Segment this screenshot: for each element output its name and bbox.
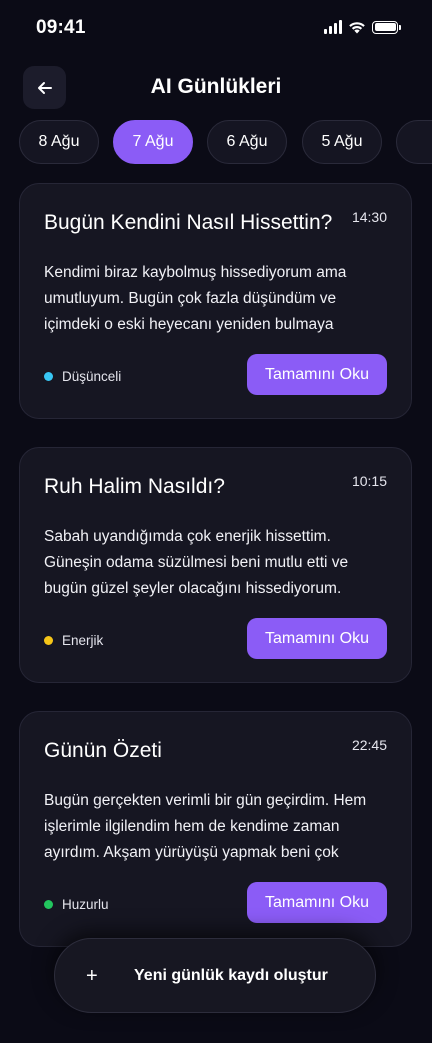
mood-label: Huzurlu	[62, 897, 109, 912]
journal-card: Günün Özeti 22:45 Bugün gerçekten veriml…	[19, 711, 412, 947]
mood-tag: Huzurlu	[44, 897, 109, 912]
date-tab[interactable]	[396, 120, 432, 164]
header: AI Günlükleri	[0, 66, 432, 110]
card-time: 10:15	[351, 473, 387, 489]
date-tab[interactable]: 6 Ağu	[207, 120, 287, 164]
card-time: 14:30	[351, 209, 387, 225]
mood-tag: Düşünceli	[44, 369, 121, 384]
plus-icon: +	[86, 965, 98, 987]
mood-dot-icon	[44, 372, 53, 381]
status-icons	[324, 19, 401, 35]
wifi-icon	[349, 22, 365, 34]
card-text: Sabah uyandığımda çok enerjik hissettim.…	[44, 528, 349, 597]
card-title: Ruh Halim Nasıldı?	[44, 475, 225, 498]
read-more-button[interactable]: Tamamını Oku	[247, 618, 387, 659]
battery-icon	[372, 20, 401, 34]
date-tab[interactable]: 5 Ağu	[302, 120, 382, 164]
status-bar: 09:41	[0, 0, 432, 56]
mood-label: Düşünceli	[62, 369, 122, 384]
page-title: AI Günlükleri	[150, 75, 282, 98]
card-time: 22:45	[351, 737, 387, 753]
card-title: Bugün Kendini Nasıl Hissettin?	[44, 211, 333, 234]
card-title: Günün Özeti	[44, 739, 162, 762]
status-time: 09:41	[36, 17, 86, 38]
mood-dot-icon	[44, 900, 53, 909]
mood-dot-icon	[44, 636, 53, 645]
mood-label: Enerjik	[62, 633, 104, 648]
cellular-signal-icon	[324, 20, 342, 34]
journal-card: Ruh Halim Nasıldı? 10:15 Sabah uyandığım…	[19, 447, 412, 683]
date-tabs: 8 Ağu 7 Ağu 6 Ağu 5 Ağu	[19, 120, 432, 164]
card-text: Bugün gerçekten verimli bir gün geçirdim…	[44, 792, 367, 861]
journal-card: Bugün Kendini Nasıl Hissettin? 14:30 Ken…	[19, 183, 412, 419]
mood-tag: Enerjik	[44, 633, 103, 648]
new-entry-label: Yeni günlük kaydı oluştur	[134, 967, 328, 984]
read-more-button[interactable]: Tamamını Oku	[247, 354, 387, 395]
date-tab-active[interactable]: 7 Ağu	[113, 120, 193, 164]
read-more-button[interactable]: Tamamını Oku	[247, 882, 387, 923]
new-entry-button[interactable]: + Yeni günlük kaydı oluştur	[54, 938, 376, 1013]
card-text: Kendimi biraz kaybolmuş hissediyorum ama…	[44, 264, 347, 333]
date-tab[interactable]: 8 Ağu	[19, 120, 99, 164]
